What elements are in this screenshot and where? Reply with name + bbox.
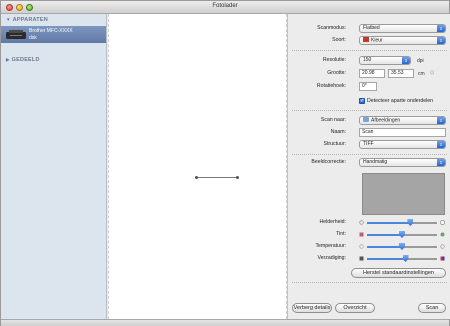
preview-selection-marker[interactable]: [195, 176, 239, 179]
device-name-line2: dsk: [29, 34, 37, 41]
tint-slider[interactable]: [359, 231, 445, 238]
select-arrows-icon: ⇕: [437, 141, 445, 148]
slider-knob[interactable]: [399, 231, 405, 238]
verzadiging-slider[interactable]: [359, 255, 445, 262]
slider-fill: [367, 246, 402, 248]
slider-track: [367, 255, 437, 262]
beeldcorrectie-label: Beeldcorrectie:: [311, 159, 346, 165]
slider-track: [367, 243, 437, 250]
device-name: Brother MFC-XXXX dsk: [29, 28, 103, 41]
slider-track: [367, 219, 437, 226]
separator: [292, 50, 447, 51]
sidebar: ▼ APPARATEN Brother MFC-XXXX dsk ▶ GEDEELD: [1, 14, 107, 319]
separator: [292, 110, 447, 111]
select-arrows-icon: ⇕: [437, 25, 445, 32]
tint-low-icon: [359, 232, 364, 237]
grootte-width-input[interactable]: 20.98: [359, 69, 385, 78]
resolutie-label: Resolutie:: [322, 57, 346, 63]
bottom-bar: [1, 319, 449, 326]
slider-track: [367, 231, 437, 238]
slider-knob[interactable]: [399, 243, 405, 250]
sidebar-item-scanner[interactable]: Brother MFC-XXXX dsk: [1, 26, 106, 43]
devices-section-header[interactable]: ▼ APPARATEN: [6, 17, 48, 23]
tint-high-icon: [440, 232, 445, 237]
disclosure-triangle-icon[interactable]: ▶: [6, 57, 10, 62]
color-swatch-icon: [363, 37, 369, 42]
select-arrows-icon: ⇕: [402, 57, 410, 64]
scan-settings-panel: Scanmodus: Flatbed ⇕ Soort: Kleur ⇕ Reso…: [287, 14, 450, 319]
lock-aspect-icon[interactable]: ⊡: [430, 70, 434, 76]
temperature-high-icon: [440, 244, 445, 249]
scan-naar-select[interactable]: Afbeeldingen ⇕: [359, 116, 446, 125]
detect-separate-label: Detecteer aparte onderdelen: [367, 98, 434, 104]
brightness-low-icon: [359, 220, 364, 225]
preview-border: [108, 14, 287, 319]
grootte-label: Grootte:: [327, 70, 346, 76]
select-arrows-icon: ⇕: [437, 37, 445, 44]
slider-knob[interactable]: [402, 255, 409, 262]
scanmodus-label: Scanmodus:: [317, 25, 346, 31]
select-arrows-icon: ⇕: [437, 159, 445, 166]
tint-label: Tint:: [336, 231, 346, 237]
naam-input[interactable]: Scan: [359, 128, 446, 137]
scan-naar-label: Scan naar:: [320, 117, 346, 123]
beeldcorrectie-value: Handmatig: [363, 159, 388, 165]
scan-naar-value: Afbeeldingen: [371, 117, 401, 124]
slider-fill: [367, 222, 411, 224]
saturation-high-icon: [440, 256, 445, 261]
structuur-select[interactable]: TIFF ⇕: [359, 140, 446, 149]
window-title: Fotolader: [212, 3, 238, 9]
grootte-unit: cm: [418, 71, 425, 77]
grootte-height-input[interactable]: 35.53: [388, 69, 414, 78]
soort-value: Kleur: [371, 37, 383, 44]
scanmodus-select[interactable]: Flatbed ⇕: [359, 24, 446, 33]
temperature-low-icon: [359, 244, 364, 249]
helderheid-label: Helderheid:: [319, 219, 346, 225]
reset-defaults-button[interactable]: Herstel standaardinstellingen: [351, 268, 446, 278]
scan-preview-area[interactable]: [108, 14, 287, 319]
folder-icon: [363, 117, 369, 122]
structuur-label: Structuur:: [323, 141, 347, 147]
slider-fill: [367, 258, 406, 260]
scanner-window: Fotolader ▼ APPARATEN Brother MFC-XXXX ds…: [0, 0, 450, 326]
slider-knob[interactable]: [407, 219, 414, 226]
verzadiging-label: Verzadiging:: [317, 255, 346, 261]
resolutie-select[interactable]: 150 ⇕: [359, 56, 411, 65]
detect-separate-checkbox[interactable]: ✓: [359, 98, 365, 104]
beeldcorrectie-select[interactable]: Handmatig ⇕: [359, 158, 446, 167]
separator: [292, 154, 447, 155]
histogram: [362, 173, 445, 215]
temperatuur-label: Temperatuur:: [315, 243, 346, 249]
saturation-low-icon: [359, 256, 364, 261]
select-arrows-icon: ⇕: [437, 117, 445, 124]
temperatuur-slider[interactable]: [359, 243, 445, 250]
devices-header-label: APPARATEN: [12, 17, 48, 23]
shared-header-label: GEDEELD: [11, 57, 40, 63]
resolutie-value: 150: [363, 57, 372, 63]
rotatiehoek-input[interactable]: 0°: [359, 82, 377, 91]
scanmodus-value: Flatbed: [363, 25, 380, 31]
disclosure-triangle-icon[interactable]: ▼: [6, 17, 11, 22]
printer-icon: [6, 30, 26, 39]
helderheid-slider[interactable]: [359, 219, 445, 226]
rotatiehoek-label: Rotatiehoek:: [316, 83, 346, 89]
title-bar[interactable]: Fotolader: [1, 1, 449, 14]
soort-select[interactable]: Kleur ⇕: [359, 36, 446, 45]
naam-label: Naam:: [330, 129, 346, 135]
separator: [292, 282, 447, 283]
slider-fill: [367, 234, 402, 236]
resolutie-unit: dpi: [417, 58, 424, 64]
scan-button[interactable]: Scan: [418, 303, 446, 313]
hide-details-button[interactable]: Verberg details: [292, 303, 332, 313]
overview-button[interactable]: Overzicht: [335, 303, 375, 313]
structuur-value: TIFF: [363, 141, 374, 147]
soort-label: Soort:: [332, 37, 346, 43]
shared-section-header[interactable]: ▶ GEDEELD: [6, 57, 40, 63]
brightness-high-icon: [440, 220, 445, 225]
